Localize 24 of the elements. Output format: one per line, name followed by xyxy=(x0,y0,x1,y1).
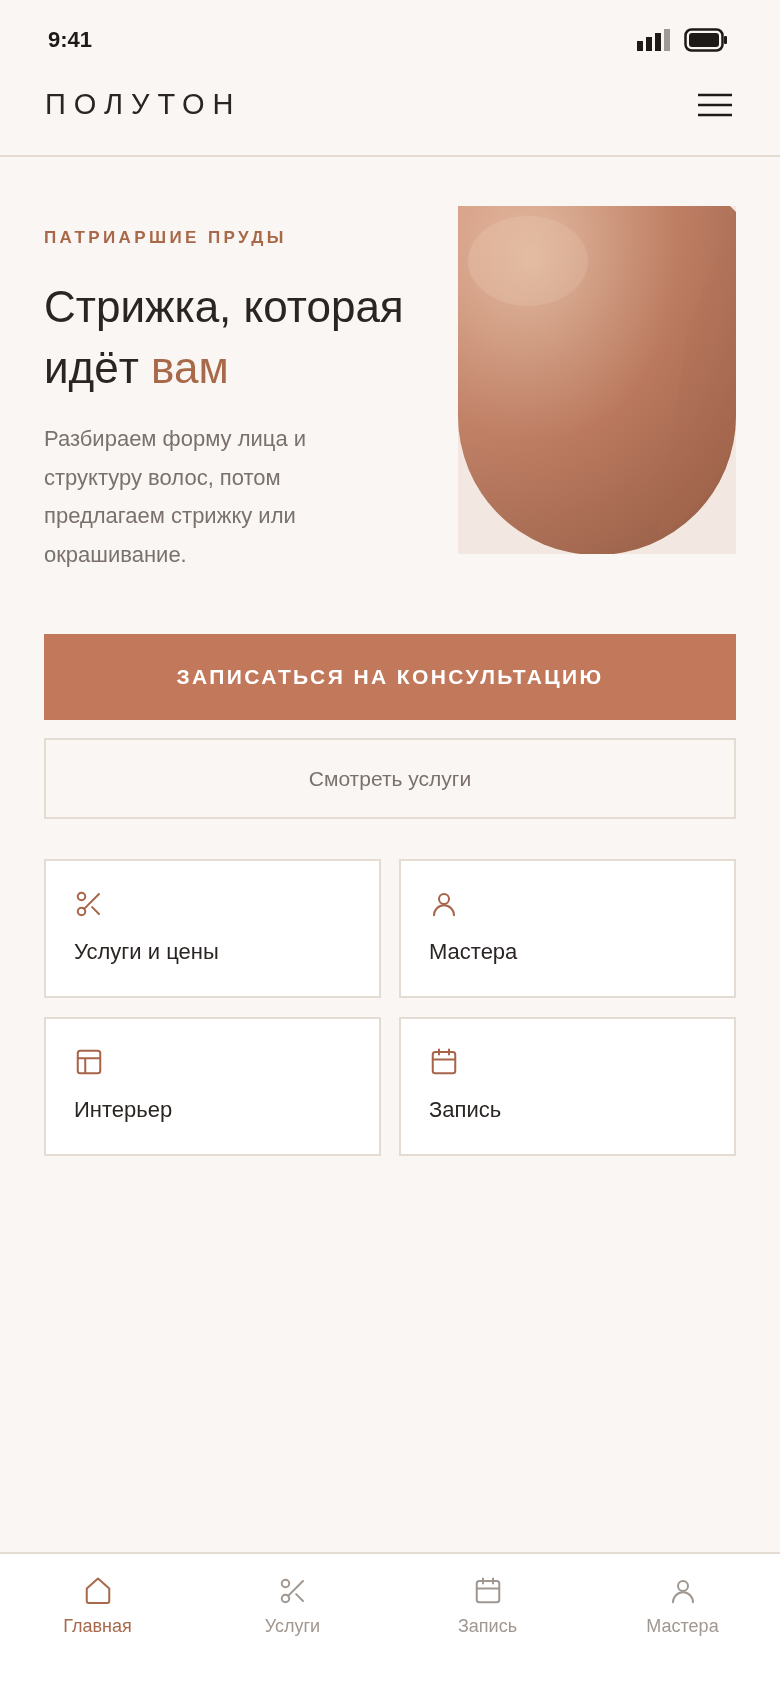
tile-label: Запись xyxy=(429,1097,503,1123)
battery-icon xyxy=(684,28,728,52)
status-time: 9:41 xyxy=(48,27,93,53)
menu-icon[interactable] xyxy=(698,92,732,117)
tab-item[interactable]: Запись xyxy=(390,1554,585,1658)
tile-card[interactable]: Услуги и цены xyxy=(44,859,381,998)
location-label: ПАТРИАРШИЕ ПРУДЫ xyxy=(44,228,288,248)
tile-card[interactable]: Интерьер xyxy=(44,1017,381,1156)
tab-item[interactable]: Мастера xyxy=(585,1554,780,1658)
signal-icon xyxy=(637,29,670,51)
hero-description: Разбираем форму лица и структуру волос, потом предлагаем стрижку или окрашивание. xyxy=(44,425,308,569)
hero-heading: Стрижка, которая идёт вам xyxy=(44,281,405,394)
tile-label: Услуги и цены xyxy=(74,939,220,965)
calendar-icon xyxy=(429,1047,459,1077)
tile-card[interactable]: Запись xyxy=(399,1017,736,1156)
brand-logo[interactable]: ПОЛУТОН xyxy=(45,88,242,121)
services-button[interactable]: Смотреть услуги xyxy=(44,738,736,819)
consultation-button[interactable]: ЗАПИСАТЬСЯ НА КОНСУЛЬТАЦИЮ xyxy=(44,634,736,720)
tile-card[interactable]: Мастера xyxy=(399,859,736,998)
tab-item[interactable]: Услуги xyxy=(195,1554,390,1658)
tab-item[interactable]: Главная xyxy=(0,1554,195,1658)
layout-icon xyxy=(74,1047,104,1077)
tile-label: Интерьер xyxy=(74,1097,174,1123)
tile-label: Мастера xyxy=(429,939,519,965)
